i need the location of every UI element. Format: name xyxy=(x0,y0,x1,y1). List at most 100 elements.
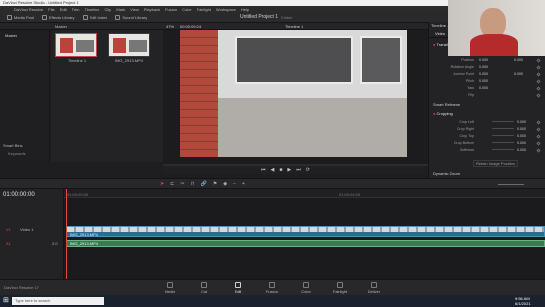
menu-item-0[interactable]: DaVinci Resolve xyxy=(14,7,43,12)
effects-icon xyxy=(42,15,48,20)
retain-image-position-checkbox[interactable]: Retain Image Position xyxy=(473,160,519,167)
snap-icon[interactable]: ⊓ xyxy=(191,181,195,187)
master-bin[interactable]: Master xyxy=(5,33,17,38)
keyframe-icon[interactable] xyxy=(536,78,541,84)
dynamic-zoom-header[interactable]: Dynamic Zoom xyxy=(433,171,460,176)
crop-value[interactable]: 0.000 xyxy=(517,140,526,146)
crop-value[interactable]: 0.000 xyxy=(517,133,526,139)
tab-video[interactable]: Video xyxy=(435,31,445,36)
media-pool-button[interactable]: Media Pool xyxy=(3,12,38,23)
menu-item-8[interactable]: Playback xyxy=(144,7,160,12)
zoom-level[interactable]: 47% xyxy=(166,24,174,29)
clip-thumbnail-img2913[interactable] xyxy=(108,33,150,57)
keywords-bin[interactable]: Keywords xyxy=(8,151,26,156)
stop-icon[interactable]: ■ xyxy=(279,167,282,173)
playhead[interactable] xyxy=(66,189,67,279)
page-fusion[interactable]: Fusion xyxy=(262,282,282,295)
timeline-ruler[interactable]: 01:00:00:00 01:00:04:00 xyxy=(64,189,545,198)
menu-item-12[interactable]: Workspace xyxy=(216,7,236,12)
blade-tool-icon[interactable]: ✂ xyxy=(180,181,184,187)
page-deliver[interactable]: Deliver xyxy=(364,282,384,295)
menu-item-9[interactable]: Fusion xyxy=(165,7,177,12)
crop-slider[interactable] xyxy=(492,121,514,122)
menu-item-11[interactable]: Fairlight xyxy=(197,7,211,12)
effects-library-button[interactable]: Effects Library xyxy=(38,12,79,23)
page-cut[interactable]: Cut xyxy=(194,282,214,295)
crop-row: Crop Top 0.000 xyxy=(429,133,545,139)
menu-item-3[interactable]: Trim xyxy=(72,7,80,12)
play-icon[interactable]: ▶ xyxy=(287,167,291,173)
transform-label: Pitch xyxy=(466,79,474,83)
smart-reframe-header[interactable]: Smart Reframe xyxy=(433,102,460,107)
transform-value-x[interactable]: 0.000 xyxy=(479,64,488,70)
transport-controls: ⏮ ◀ ■ ▶ ⏭ ⟳ xyxy=(163,164,428,174)
page-edit[interactable]: Edit xyxy=(228,282,248,295)
audio-track-label: A1 xyxy=(6,241,11,246)
menu-item-5[interactable]: Clip xyxy=(104,7,111,12)
menu-item-6[interactable]: Mark xyxy=(116,7,125,12)
taskbar-search[interactable]: Type here to search xyxy=(12,297,104,305)
start-icon[interactable]: ⊞ xyxy=(3,297,9,305)
page-label: Color xyxy=(301,289,311,294)
skip-back-icon[interactable]: ⏮ xyxy=(261,167,266,173)
sound-library-button[interactable]: Sound Library xyxy=(111,12,151,23)
transform-value-y[interactable]: 0.000 xyxy=(514,71,523,77)
page-media[interactable]: Media xyxy=(160,282,180,295)
menu-item-13[interactable]: Help xyxy=(241,7,249,12)
clip-thumbnail-timeline[interactable] xyxy=(55,33,97,57)
reverse-icon[interactable]: ◀ xyxy=(271,167,275,173)
page-fairlight[interactable]: Fairlight xyxy=(330,282,350,295)
keyframe-icon[interactable] xyxy=(536,92,541,98)
keyframe-icon[interactable] xyxy=(536,140,541,146)
skip-forward-icon[interactable]: ⏭ xyxy=(296,167,301,173)
timeline-viewer[interactable] xyxy=(163,30,428,164)
menu-item-10[interactable]: Color xyxy=(182,7,192,12)
menu-item-1[interactable]: File xyxy=(48,7,54,12)
transform-value-x[interactable]: 0.000 xyxy=(479,57,488,63)
menu-item-7[interactable]: View xyxy=(130,7,139,12)
menu-item-4[interactable]: Timeline xyxy=(85,7,100,12)
crop-slider[interactable] xyxy=(492,128,514,129)
crop-value[interactable]: 0.000 xyxy=(517,119,526,125)
trim-tool-icon[interactable]: ⊏ xyxy=(170,181,174,187)
page-label: Edit xyxy=(234,289,242,294)
garage-door-2 xyxy=(360,36,402,84)
link-icon[interactable]: 🔗 xyxy=(201,181,207,187)
flag-icon[interactable]: ⚑ xyxy=(213,181,217,187)
transform-value-y[interactable]: 0.000 xyxy=(514,57,523,63)
keyframe-icon[interactable] xyxy=(536,119,541,125)
keyframe-icon[interactable] xyxy=(536,85,541,91)
audio-clip[interactable]: IMG_2913.MP4 xyxy=(66,240,545,247)
timeline-zoom-slider[interactable] xyxy=(498,184,524,185)
page-label: Media xyxy=(164,289,176,294)
zoom-in-icon[interactable]: + xyxy=(242,181,245,187)
scrub-bar[interactable] xyxy=(163,164,428,166)
timeline-selector[interactable]: Timeline 1 xyxy=(285,24,303,29)
cropping-header[interactable]: ● Cropping xyxy=(433,111,453,116)
crop-value[interactable]: 0.000 xyxy=(517,147,526,153)
zoom-out-icon[interactable]: − xyxy=(233,181,236,187)
window-title: DaVinci Resolve Studio - Untitled Projec… xyxy=(3,0,79,5)
windows-taskbar: ⊞ Type here to search 9:56 AM 6/1/2021 xyxy=(0,295,545,307)
page-color[interactable]: Color xyxy=(296,282,316,295)
edit-index-button[interactable]: Edit Index xyxy=(79,12,112,23)
crop-slider[interactable] xyxy=(492,142,514,143)
crop-slider[interactable] xyxy=(492,149,514,150)
crop-slider[interactable] xyxy=(492,135,514,136)
keyframe-icon[interactable] xyxy=(536,71,541,77)
selection-tool-icon[interactable]: ➤ xyxy=(160,181,164,187)
keyframe-icon[interactable] xyxy=(536,57,541,63)
crop-value[interactable]: 0.000 xyxy=(517,126,526,132)
smart-bins-header[interactable]: Smart Bins xyxy=(3,143,23,148)
loop-icon[interactable]: ⟳ xyxy=(306,167,310,173)
video-clip[interactable]: IMG_2913.MP4 xyxy=(66,226,545,237)
keyframe-icon[interactable] xyxy=(536,133,541,139)
menu-item-2[interactable]: Edit xyxy=(60,7,67,12)
keyframe-icon[interactable] xyxy=(536,147,541,153)
keyframe-icon[interactable] xyxy=(536,64,541,70)
transform-value-x[interactable]: 0.000 xyxy=(479,85,488,91)
transform-value-x[interactable]: 0.000 xyxy=(479,71,488,77)
keyframe-icon[interactable] xyxy=(536,126,541,132)
marker-icon[interactable]: ◆ xyxy=(223,181,227,187)
transform-value-x[interactable]: 0.000 xyxy=(479,78,488,84)
